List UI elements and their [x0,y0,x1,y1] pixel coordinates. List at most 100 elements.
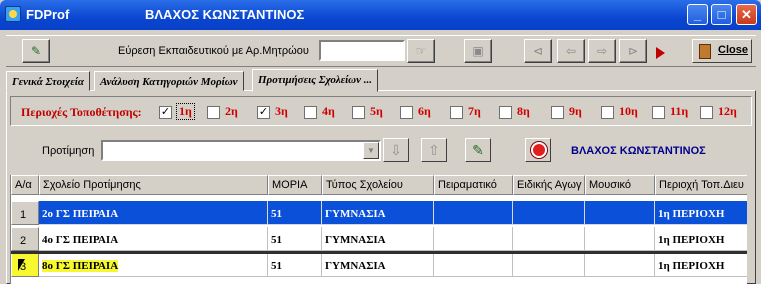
region-label[interactable]: 6η [418,104,431,119]
region-label[interactable]: 11η [670,104,688,119]
close-button-label: Close [718,44,748,56]
cell-peir[interactable] [434,227,513,251]
cell-mous[interactable] [585,227,655,251]
first-record-button[interactable]: ⊲ [524,39,552,63]
chevron-down-icon[interactable]: ▼ [363,142,379,159]
column-header[interactable]: Περιοχή Τοπ.Διευ [655,175,747,195]
save-button[interactable]: ▣ [464,39,492,63]
registry-search-input[interactable] [319,40,405,61]
cell-moria[interactable]: 51 [268,253,322,277]
column-header[interactable]: ΜΟΡΙΑ [268,175,322,195]
edit-card-button[interactable]: ✎ [465,138,491,162]
region-checkbox[interactable] [652,106,665,119]
region-checkbox[interactable] [400,106,413,119]
hand-pointer-icon: ☞ [415,44,427,58]
region-checkbox[interactable] [499,106,512,119]
region-checkbox[interactable] [207,106,220,119]
move-up-button[interactable]: ⇧ [421,138,447,162]
region-label[interactable]: 7η [468,104,481,119]
column-header[interactable]: Ειδικής Αγωγ [513,175,585,195]
cell-region[interactable]: 1η ΠΕΡΙΟΧΗ [655,201,747,225]
search-label: Εύρεση Εκπαιδευτικού με Αρ.Μητρώου [118,45,309,57]
preference-label: Προτίμηση [42,145,95,157]
minimize-button[interactable]: _ [687,4,708,25]
search-go-button[interactable]: ☞ [407,39,435,63]
cell-school[interactable]: 2ο ΓΣ ΠΕΙΡΑΙΑ [39,201,268,225]
region-checkbox[interactable] [551,106,564,119]
cell-school[interactable]: 4ο ΓΣ ΠΕΙΡΑΙΑ [39,227,268,251]
region-checkbox[interactable] [304,106,317,119]
preferences-grid: Α/α Σχολείο Προτίμησης ΜΟΡΙΑ Τύπος Σχολείου… [10,175,747,284]
stop-icon [531,142,547,158]
placement-regions: Περιοχές Τοποθέτησης: ✓ 1η 2η ✓ 3η 4η 5η 6η 7η 8η… [10,96,752,126]
region-checkbox[interactable]: ✓ [257,106,270,119]
region-label[interactable]: 3η [275,104,288,119]
region-checkbox[interactable] [450,106,463,119]
row-number[interactable]: 1 [11,201,39,225]
window-title: ΒΛΑΧΟΣ ΚΩΝΣΤΑΝΤΙΝΟΣ [145,7,305,22]
last-icon: ⊳ [627,44,639,58]
column-header[interactable]: Πειραματικό [434,175,513,195]
tab-points-analysis[interactable]: Ανάλυση Κατηγοριών Μορίων [94,71,244,91]
next-icon: ⇨ [596,44,608,58]
cell-type[interactable]: ΓΥΜΝΑΣΙΑ [322,201,434,225]
column-header[interactable]: Σχολείο Προτίμησης [39,175,268,195]
region-label[interactable]: 1η [176,103,195,120]
region-label[interactable]: 8η [517,104,530,119]
region-label[interactable]: 4η [322,104,335,119]
first-icon: ⊲ [532,44,544,58]
last-record-button[interactable]: ⊳ [619,39,647,63]
cell-eid[interactable] [513,201,585,225]
contact-card-button[interactable]: ✎ [22,39,50,63]
contact-card-icon: ✎ [30,44,42,58]
prev-record-button[interactable]: ⇦ [557,39,585,63]
tab-general-info[interactable]: Γενικά Στοιχεία [6,71,90,91]
column-header[interactable]: Τύπος Σχολείου [322,175,434,195]
region-label[interactable]: 5η [370,104,383,119]
region-checkbox[interactable] [700,106,713,119]
close-window-button[interactable]: ✕ [736,4,757,25]
region-label[interactable]: 12η [718,104,737,119]
row-separator [11,251,747,254]
arrow-down-icon: ⇩ [390,142,402,158]
cell-eid[interactable] [513,253,585,277]
move-down-button[interactable]: ⇩ [383,138,409,162]
door-icon [699,44,711,59]
preference-select[interactable]: ▼ [101,140,381,161]
column-header[interactable]: Α/α [11,175,39,195]
cell-region[interactable]: 1η ΠΕΡΙΟΧΗ [655,253,747,277]
prev-icon: ⇦ [565,44,577,58]
close-button[interactable]: Close [692,39,752,63]
cell-type[interactable]: ΓΥΜΝΑΣΙΑ [322,227,434,251]
app-icon [5,6,21,22]
cell-mous[interactable] [585,253,655,277]
region-label[interactable]: 2η [225,104,238,119]
region-checkbox[interactable]: ✓ [159,106,172,119]
highlighted-school: 8ο ΓΣ ΠΕΙΡΑΙΑ [42,260,119,272]
cell-peir[interactable] [434,253,513,277]
save-icon: ▣ [472,44,484,58]
title-bar: FDProf ΒΛΑΧΟΣ ΚΩΝΣΤΑΝΤΙΝΟΣ _ □ ✕ [0,0,761,30]
row-number[interactable]: 3 [11,253,39,277]
region-checkbox[interactable] [601,106,614,119]
row-number[interactable]: 2 [11,227,39,251]
toolbar: ✎ Εύρεση Εκπαιδευτικού με Αρ.Μητρώου ☞ ▣… [6,35,756,67]
region-label[interactable]: 9η [569,104,582,119]
exit-arrow-icon [656,47,665,59]
cell-region[interactable]: 1η ΠΕΡΙΟΧΗ [655,227,747,251]
teacher-name: ΒΛΑΧΟΣ ΚΩΝΣΤΑΝΤΙΝΟΣ [571,145,706,157]
maximize-button[interactable]: □ [711,4,732,25]
tab-school-preferences[interactable]: Προτιμήσεις Σχολείων ... [252,69,378,92]
cell-school[interactable]: 8ο ΓΣ ΠΕΙΡΑΙΑ [39,253,268,277]
cell-eid[interactable] [513,227,585,251]
cell-moria[interactable]: 51 [268,227,322,251]
cell-moria[interactable]: 51 [268,201,322,225]
cell-type[interactable]: ΓΥΜΝΑΣΙΑ [322,253,434,277]
cell-mous[interactable] [585,201,655,225]
region-label[interactable]: 10η [619,104,638,119]
arrow-up-icon: ⇧ [428,142,440,158]
region-checkbox[interactable] [352,106,365,119]
cell-peir[interactable] [434,201,513,225]
column-header[interactable]: Μουσικό [585,175,655,195]
next-record-button[interactable]: ⇨ [588,39,616,63]
